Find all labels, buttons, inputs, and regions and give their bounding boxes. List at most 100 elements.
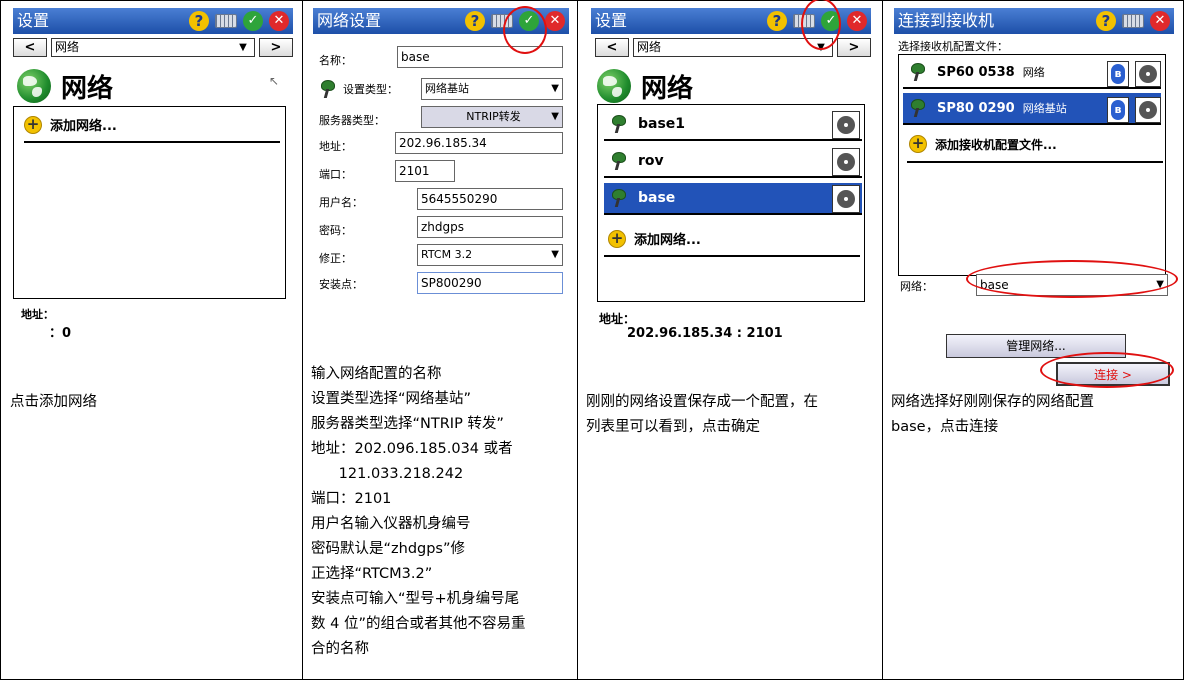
close-icon[interactable]: ✕ [1150,11,1170,31]
network-item-label: base1 [638,116,686,132]
address-input[interactable]: 202.96.185.34 [395,132,563,154]
type-label-row: 设置类型： [319,80,398,98]
device-screen: 连接到接收机 ? ✕ 选择接收机配置文件： SP60 0538 网络 ʙ SP8… [894,8,1178,388]
gear-icon[interactable] [832,111,860,139]
receiver-type: 网络基站 [1022,102,1067,115]
mountpoint-input[interactable]: SP800290 [417,272,563,294]
password-input[interactable]: zhdgps [417,216,563,238]
cursor-icon: ↖ [269,74,280,88]
password-label: 密码： [319,224,352,237]
list-separator [907,161,1163,163]
caption-line: 安装点可输入“型号+机身编号尾 [311,591,520,607]
chevron-down-icon: ▼ [551,249,559,260]
help-icon[interactable]: ? [465,11,485,31]
panel-connect-receiver: 连接到接收机 ? ✕ 选择接收机配置文件： SP60 0538 网络 ʙ SP8… [883,0,1183,680]
page-title: 网络 [641,73,694,104]
receiver-icon [909,63,929,81]
nav-next-button[interactable]: > [837,38,871,57]
device-screen: 设置 ? ✓ ✕ < 网络 ▼ > 网络 ↖ + 添加网络... 地址： ：0 [13,8,293,358]
list-item-selected[interactable]: base [604,183,862,215]
page-heading: 网络 [597,68,693,104]
nav-bar: < 网络 ▼ > [13,38,293,58]
bluetooth-icon[interactable]: ʙ [1107,61,1129,87]
highlight-circle [801,0,841,50]
panel-network-settings: 网络设置 ? ✓ ✕ 名称： base 设置类型： 网络基站 ▼ 服务器类型： … [303,0,577,680]
caption: 输入网络配置的名称 设置类型选择“网络基站” 服务器类型选择“NTRIP 转发”… [311,362,525,662]
caption-line: 密码默认是“zhdgps”修 [311,541,465,557]
correction-select[interactable]: RTCM 3.2 ▼ [417,244,563,266]
window-title: 设置 [17,11,50,30]
gear-icon[interactable] [1135,97,1161,123]
caption-line: 121.033.218.242 [311,466,464,482]
username-label: 用户名： [319,196,363,209]
username-input[interactable]: 5645550290 [417,188,563,210]
keyboard-icon[interactable] [1122,14,1144,28]
plus-icon: + [608,229,626,248]
help-icon[interactable]: ? [767,11,787,31]
globe-icon [597,69,631,103]
port-input[interactable]: 2101 [395,160,455,182]
server-label: 服务器类型： [319,114,385,127]
add-network-label: 添加网络... [634,233,701,248]
name-input[interactable]: base [397,46,563,68]
address-value: 202.96.185.34 : 2101 [627,326,783,341]
highlight-circle [966,260,1178,298]
plus-icon: + [24,115,42,134]
add-network-row[interactable]: + 添加网络... [24,115,117,134]
gear-icon[interactable] [1135,61,1161,87]
help-icon[interactable]: ? [1096,11,1116,31]
list-item[interactable]: base1 [604,109,862,141]
nav-prev-button[interactable]: < [13,38,47,57]
receiver-icon [610,152,630,170]
add-receiver-label: 添加接收机配置文件... [935,137,1057,152]
help-icon[interactable]: ? [189,11,209,31]
address-label: 地址： [319,140,352,153]
ok-icon[interactable]: ✓ [243,11,263,31]
address-label: 地址： [599,312,636,326]
page-heading: 网络 [17,68,113,104]
type-value: 网络基站 [425,82,469,95]
nav-select-value: 网络 [637,40,662,54]
title-bar: 设置 ? ✓ ✕ [13,8,293,34]
port-label: 端口： [319,168,352,181]
address-label: 地址： [21,308,54,321]
correction-label: 修正： [319,252,352,265]
network-item-label: base [638,190,676,206]
name-label: 名称： [319,54,352,67]
add-network-row[interactable]: + 添加网络... [608,229,701,248]
receiver-list: SP60 0538 网络 ʙ SP80 0290 网络基站 ʙ + 添加接收机配… [898,54,1166,276]
receiver-name: SP60 0538 [937,64,1015,80]
page-title: 网络 [61,73,114,104]
gear-icon[interactable] [832,185,860,213]
add-receiver-row[interactable]: + 添加接收机配置文件... [909,135,1057,153]
type-select[interactable]: 网络基站 ▼ [421,78,563,100]
panel-settings-empty: 设置 ? ✓ ✕ < 网络 ▼ > 网络 ↖ + 添加网络... 地址： ：0 … [0,0,302,680]
list-item[interactable]: rov [604,146,862,178]
nav-select[interactable]: 网络 ▼ [51,38,255,57]
caption-line: 刚刚的网络设置保存成一个配置，在 [586,394,818,410]
server-select[interactable]: NTRIP转发 ▼ [421,106,563,128]
gear-icon[interactable] [832,148,860,176]
list-separator [24,141,280,143]
add-network-label: 添加网络... [50,119,117,134]
caption-line: base，点击连接 [891,419,999,435]
network-list: base1 rov base + 添加网络... [597,104,865,302]
nav-prev-button[interactable]: < [595,38,629,57]
caption: 网络选择好刚刚保存的网络配置 base，点击连接 [891,390,1094,440]
receiver-icon [909,99,929,117]
receiver-icon [610,189,630,207]
chevron-down-icon: ▼ [234,40,252,55]
keyboard-icon[interactable] [215,14,237,28]
caption-line: 服务器类型选择“NTRIP 转发” [311,416,504,432]
nav-select[interactable]: 网络 ▼ [633,38,833,57]
highlight-circle [1040,352,1174,388]
correction-value: RTCM 3.2 [421,248,473,261]
caption: 点击添加网络 [10,394,97,410]
bluetooth-icon[interactable]: ʙ [1107,97,1129,123]
panel-network-list: 设置 ? ✓ ✕ < 网络 ▼ > 网络 base1 rov base + 添加… [578,0,882,680]
nav-next-button[interactable]: > [259,38,293,57]
close-icon[interactable]: ✕ [545,11,565,31]
close-icon[interactable]: ✕ [269,11,289,31]
close-icon[interactable]: ✕ [847,11,867,31]
mountpoint-label: 安装点： [319,278,363,291]
